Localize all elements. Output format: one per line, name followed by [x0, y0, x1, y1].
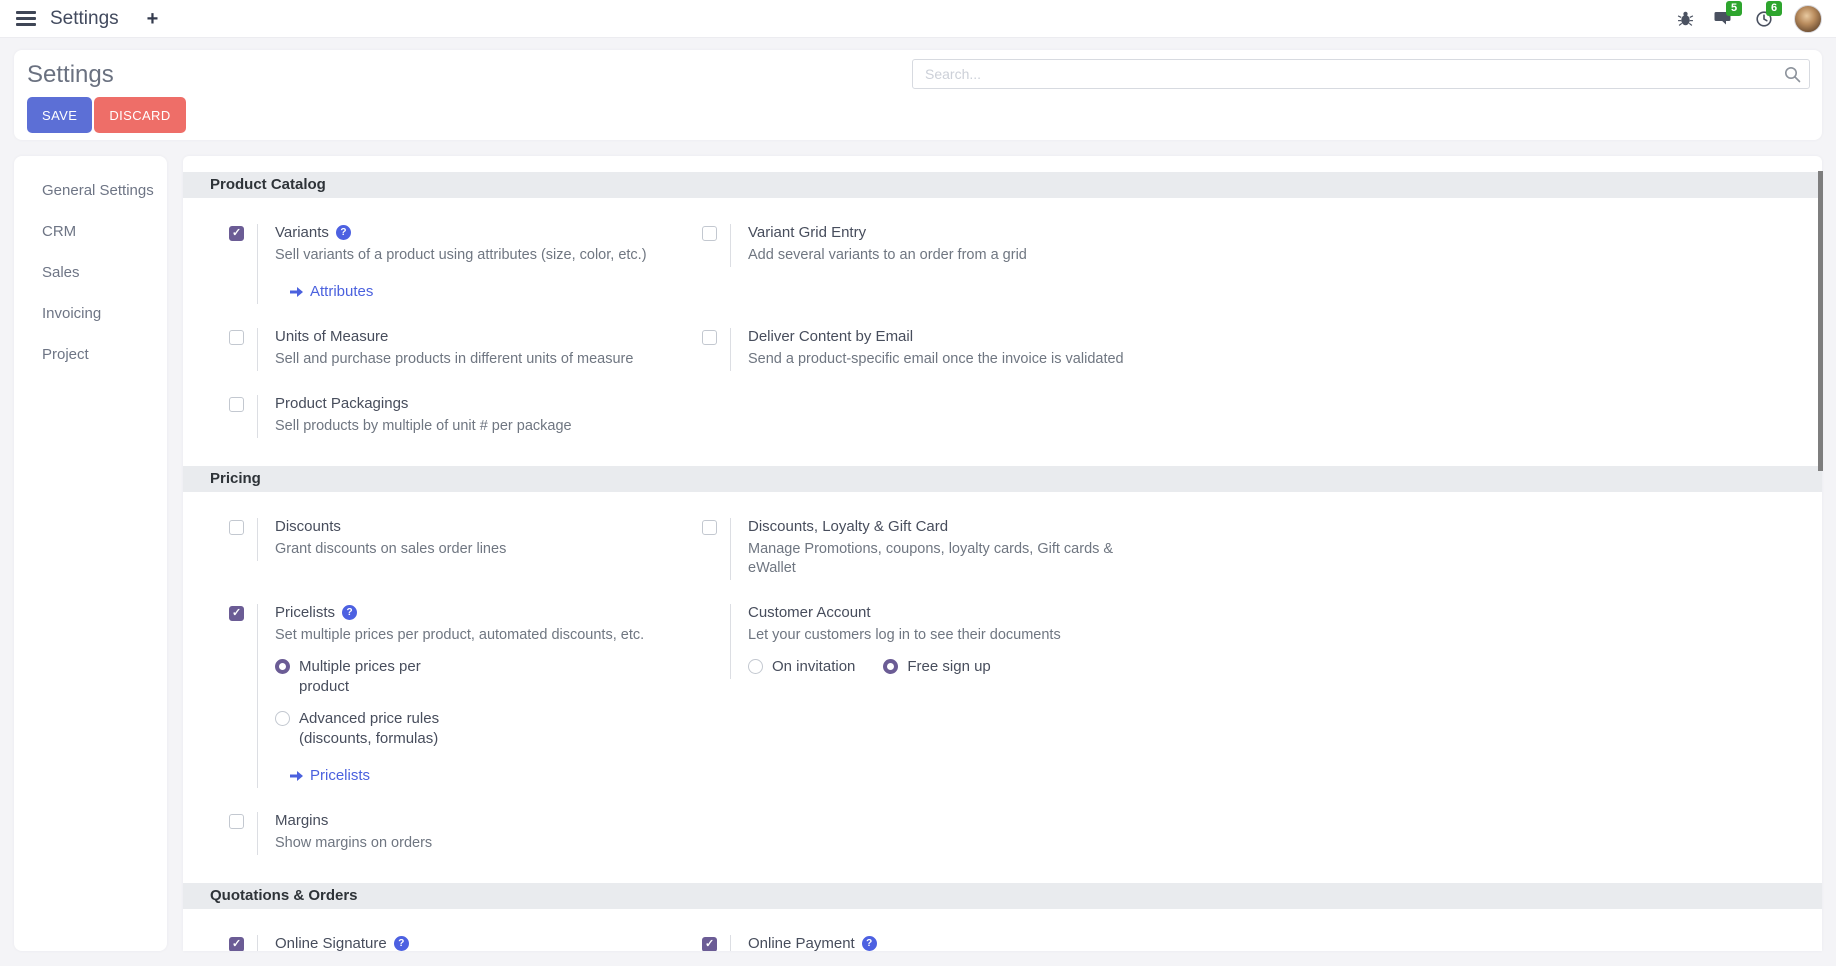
setting-online-signature: Online Signature Request an online signa… — [229, 935, 702, 951]
setting-desc: Sell variants of a product using attribu… — [275, 246, 647, 265]
settings-sidebar: General Settings CRM Sales Invoicing Pro… — [14, 156, 167, 951]
settings-header: Settings SAVE DISCARD — [14, 50, 1822, 140]
activities-count-badge: 6 — [1766, 1, 1782, 16]
activities-icon[interactable]: 6 — [1754, 9, 1774, 29]
radio-button[interactable] — [748, 659, 763, 674]
setting-discounts: Discounts Grant discounts on sales order… — [229, 518, 702, 561]
scrollbar-thumb[interactable] — [1818, 171, 1823, 471]
help-icon[interactable] — [862, 936, 877, 951]
setting-deliver-content-by-email: Deliver Content by Email Send a product-… — [702, 328, 1822, 371]
setting-label[interactable]: Variants — [275, 224, 329, 241]
add-tab-button[interactable]: + — [147, 9, 159, 29]
attributes-link[interactable]: Attributes — [290, 283, 647, 300]
messages-icon[interactable]: 5 — [1714, 9, 1734, 28]
discounts-loyalty-checkbox[interactable] — [702, 520, 717, 535]
setting-label[interactable]: Units of Measure — [275, 328, 388, 345]
pricelists-checkbox[interactable] — [229, 606, 244, 621]
variant-grid-entry-checkbox[interactable] — [702, 226, 717, 241]
setting-desc: Show margins on orders — [275, 834, 432, 853]
setting-variant-grid-entry: Variant Grid Entry Add several variants … — [702, 224, 1822, 267]
setting-label[interactable]: Pricelists — [275, 604, 335, 621]
radio-advanced-price-rules[interactable]: Advanced price rules (discounts, formula… — [275, 709, 644, 749]
section-header-quotations-orders: Quotations & Orders — [183, 883, 1822, 909]
setting-discounts-loyalty-gift-card: Discounts, Loyalty & Gift Card Manage Pr… — [702, 518, 1822, 580]
setting-label[interactable]: Discounts, Loyalty & Gift Card — [748, 518, 948, 535]
setting-label[interactable]: Product Packagings — [275, 395, 408, 412]
setting-units-of-measure: Units of Measure Sell and purchase produ… — [229, 328, 702, 371]
variants-checkbox[interactable] — [229, 226, 244, 241]
setting-label[interactable]: Deliver Content by Email — [748, 328, 913, 345]
hamburger-menu-icon[interactable] — [16, 11, 36, 26]
discard-button[interactable]: DISCARD — [94, 97, 185, 133]
setting-desc: Add several variants to an order from a … — [748, 246, 1027, 265]
setting-desc: Let your customers log in to see their d… — [748, 626, 1061, 645]
sidebar-item-sales[interactable]: Sales — [14, 252, 167, 293]
search-bar — [912, 59, 1810, 89]
setting-desc: Grant discounts on sales order lines — [275, 540, 506, 559]
messages-count-badge: 5 — [1726, 1, 1742, 16]
online-payment-checkbox[interactable] — [702, 937, 717, 951]
setting-margins: Margins Show margins on orders — [229, 812, 702, 855]
section-header-pricing: Pricing — [183, 466, 1822, 492]
sidebar-item-crm[interactable]: CRM — [14, 211, 167, 252]
top-navbar: Settings + 5 6 — [0, 0, 1836, 38]
deliver-content-checkbox[interactable] — [702, 330, 717, 345]
setting-label: Customer Account — [748, 604, 871, 621]
scrollbar[interactable] — [1818, 171, 1823, 951]
setting-desc: Set multiple prices per product, automat… — [275, 626, 644, 645]
setting-desc: Manage Promotions, coupons, loyalty card… — [748, 540, 1145, 578]
search-icon[interactable] — [1784, 66, 1801, 88]
bug-icon[interactable] — [1677, 10, 1694, 27]
save-button[interactable]: SAVE — [27, 97, 92, 133]
app-menu-title[interactable]: Settings — [50, 8, 119, 30]
radio-on-invitation[interactable]: On invitation — [748, 657, 855, 677]
search-input[interactable] — [912, 59, 1810, 89]
radio-button[interactable] — [275, 711, 290, 726]
margins-checkbox[interactable] — [229, 814, 244, 829]
sidebar-item-general-settings[interactable]: General Settings — [14, 170, 167, 211]
radio-button[interactable] — [883, 659, 898, 674]
setting-customer-account: Customer Account Let your customers log … — [702, 604, 1822, 679]
section-header-product-catalog: Product Catalog — [183, 172, 1822, 198]
setting-label[interactable]: Discounts — [275, 518, 341, 535]
setting-label[interactable]: Online Payment — [748, 935, 855, 951]
user-avatar[interactable] — [1794, 5, 1822, 33]
setting-pricelists: Pricelists Set multiple prices per produ… — [229, 604, 702, 788]
setting-label[interactable]: Variant Grid Entry — [748, 224, 866, 241]
setting-desc: Sell and purchase products in different … — [275, 350, 633, 369]
setting-desc: Send a product-specific email once the i… — [748, 350, 1124, 369]
navbar-systray: 5 6 — [1677, 5, 1822, 33]
radio-free-sign-up[interactable]: Free sign up — [883, 657, 990, 677]
help-icon[interactable] — [342, 605, 357, 620]
radio-multiple-prices-per-product[interactable]: Multiple prices per product — [275, 657, 644, 697]
help-icon[interactable] — [336, 225, 351, 240]
settings-main-panel: Product Catalog Variants Sell variants o… — [183, 156, 1822, 951]
setting-online-payment: Online Payment Request an online payment… — [702, 935, 1822, 951]
sidebar-item-invoicing[interactable]: Invoicing — [14, 293, 167, 334]
setting-label[interactable]: Online Signature — [275, 935, 387, 951]
discounts-checkbox[interactable] — [229, 520, 244, 535]
online-signature-checkbox[interactable] — [229, 937, 244, 951]
setting-variants: Variants Sell variants of a product usin… — [229, 224, 702, 304]
sidebar-item-project[interactable]: Project — [14, 334, 167, 375]
product-packagings-checkbox[interactable] — [229, 397, 244, 412]
setting-desc: Sell products by multiple of unit # per … — [275, 417, 572, 436]
section-quotations-orders: Online Signature Request an online signa… — [183, 909, 1822, 951]
settings-page: Settings SAVE DISCARD General Settings C… — [0, 38, 1836, 951]
radio-button[interactable] — [275, 659, 290, 674]
arrow-right-icon — [290, 286, 303, 298]
pricelists-link[interactable]: Pricelists — [290, 767, 644, 784]
section-product-catalog: Variants Sell variants of a product usin… — [183, 198, 1822, 466]
setting-product-packagings: Product Packagings Sell products by mult… — [229, 395, 702, 438]
setting-label[interactable]: Margins — [275, 812, 328, 829]
help-icon[interactable] — [394, 936, 409, 951]
arrow-right-icon — [290, 770, 303, 782]
units-of-measure-checkbox[interactable] — [229, 330, 244, 345]
section-pricing: Discounts Grant discounts on sales order… — [183, 492, 1822, 883]
